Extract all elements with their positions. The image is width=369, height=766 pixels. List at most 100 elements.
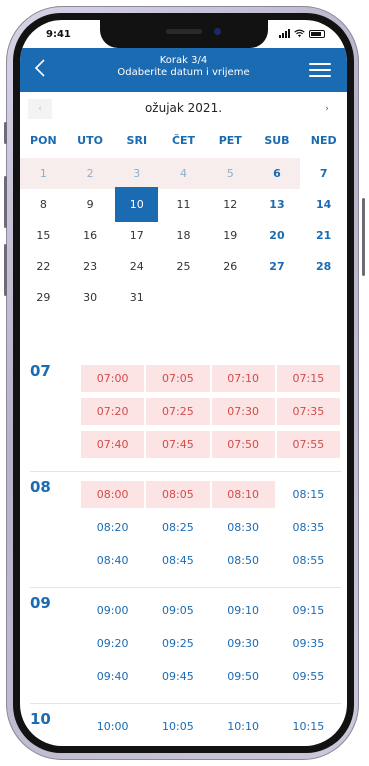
slot-row: 10:00 10:05 10:10 10:15 bbox=[80, 710, 341, 743]
month-label: ožujak 2021. bbox=[144, 101, 223, 115]
calendar-day[interactable]: 21 bbox=[300, 220, 347, 251]
time-slot-unavailable: 07:40 bbox=[81, 431, 145, 458]
time-slot-available[interactable]: 10:05 bbox=[146, 713, 209, 740]
calendar-day[interactable]: 30 bbox=[67, 282, 114, 313]
calendar-day[interactable]: 27 bbox=[254, 251, 301, 282]
time-slot-available[interactable]: 08:15 bbox=[277, 481, 340, 508]
menu-button[interactable] bbox=[309, 63, 331, 77]
signal-icon bbox=[279, 29, 290, 38]
calendar-day[interactable]: 26 bbox=[207, 251, 254, 282]
calendar-day bbox=[300, 282, 347, 313]
calendar-day[interactable]: 12 bbox=[207, 189, 254, 220]
time-slot-available[interactable]: 09:45 bbox=[146, 663, 209, 690]
calendar-week: 22 23 24 25 26 27 28 bbox=[20, 251, 347, 282]
time-slot-available[interactable]: 09:30 bbox=[212, 630, 275, 657]
hour-label: 10 bbox=[30, 710, 51, 728]
time-slot-available[interactable]: 09:40 bbox=[81, 663, 144, 690]
time-slot-available[interactable]: 08:20 bbox=[81, 514, 144, 541]
calendar-day bbox=[160, 282, 207, 313]
time-slot-unavailable: 07:10 bbox=[211, 365, 275, 392]
calendar-day[interactable]: 9 bbox=[67, 189, 114, 220]
calendar-grid: 1 2 3 4 5 6 7 8 9 10 11 12 13 14 15 16 17 18 19 20 21 22 23 24 2… bbox=[20, 158, 347, 313]
time-slot-unavailable: 08:05 bbox=[146, 481, 210, 508]
weekday-label: SRI bbox=[126, 134, 148, 147]
time-slot-available[interactable]: 09:00 bbox=[81, 597, 144, 624]
calendar-day[interactable]: 19 bbox=[207, 220, 254, 251]
time-slot-available[interactable]: 10:10 bbox=[212, 713, 275, 740]
slot-row: 08:20 08:25 08:30 08:35 bbox=[80, 511, 341, 544]
weekday-header: PON UTO SRI ČET PET SUB NED bbox=[20, 134, 347, 154]
time-slot-available[interactable]: 08:25 bbox=[146, 514, 209, 541]
time-slot-unavailable: 07:00 bbox=[81, 365, 145, 392]
time-slot-available[interactable]: 08:50 bbox=[212, 547, 275, 574]
calendar-day[interactable]: 8 bbox=[20, 189, 67, 220]
calendar-day[interactable]: 20 bbox=[254, 220, 301, 251]
header-step: Korak 3/4 bbox=[159, 55, 208, 66]
weekday-label: PET bbox=[218, 134, 242, 147]
time-slot-available[interactable]: 09:25 bbox=[146, 630, 209, 657]
time-slot-unavailable: 07:25 bbox=[146, 398, 210, 425]
time-slot-available[interactable]: 10:00 bbox=[81, 713, 144, 740]
calendar-day[interactable]: 23 bbox=[67, 251, 114, 282]
time-slot-unavailable: 08:10 bbox=[211, 481, 275, 508]
side-button-mute bbox=[4, 122, 7, 144]
calendar-day[interactable]: 31 bbox=[113, 282, 160, 313]
camera bbox=[214, 28, 221, 35]
calendar-day[interactable]: 24 bbox=[113, 251, 160, 282]
slot-row: 08:40 08:45 08:50 08:55 bbox=[80, 544, 341, 577]
calendar-day[interactable]: 13 bbox=[254, 189, 301, 220]
selected-day-highlight: 10 bbox=[115, 187, 159, 222]
calendar-week: 123456 7 bbox=[20, 158, 347, 189]
time-slot-available[interactable]: 09:05 bbox=[146, 597, 209, 624]
calendar-week: 29 30 31 bbox=[20, 282, 347, 313]
calendar-day[interactable]: 17 bbox=[113, 220, 160, 251]
calendar-day[interactable]: 10 bbox=[113, 187, 160, 222]
notch bbox=[100, 20, 268, 48]
calendar-week: 8 9 10 11 12 13 14 bbox=[20, 187, 347, 222]
calendar-day[interactable]: 15 bbox=[20, 220, 67, 251]
side-button-volume-up bbox=[4, 176, 7, 228]
time-slot-unavailable: 07:15 bbox=[276, 365, 340, 392]
speaker bbox=[166, 29, 202, 34]
time-slot-available[interactable]: 08:30 bbox=[212, 514, 275, 541]
calendar-day: 5 bbox=[206, 158, 254, 189]
calendar-day[interactable]: 29 bbox=[20, 282, 67, 313]
app-header: Korak 3/4 Odaberite datum i vrijeme bbox=[20, 48, 347, 92]
battery-icon bbox=[309, 30, 325, 38]
calendar-day[interactable]: 22 bbox=[20, 251, 67, 282]
slot-row: 07:40 07:45 07:50 07:55 bbox=[80, 428, 341, 461]
weekday-label: SUB bbox=[264, 134, 290, 147]
header-title: Korak 3/4 Odaberite datum i vrijeme bbox=[20, 55, 347, 79]
screen: 9:41 Korak 3/4 Odaberite datum i vrijeme bbox=[20, 20, 347, 746]
hour-label: 08 bbox=[30, 478, 51, 496]
calendar-day[interactable]: 28 bbox=[300, 251, 347, 282]
calendar-day: 4 bbox=[160, 158, 207, 189]
slot-row: 07:20 07:25 07:30 07:35 bbox=[80, 395, 341, 428]
time-slot-available[interactable]: 09:10 bbox=[212, 597, 275, 624]
status-icons bbox=[279, 29, 325, 38]
weekday-label: UTO bbox=[77, 134, 103, 147]
time-slot-available[interactable]: 09:55 bbox=[277, 663, 340, 690]
side-button-volume-down bbox=[4, 244, 7, 296]
calendar-day[interactable]: 14 bbox=[300, 189, 347, 220]
calendar-day[interactable]: 16 bbox=[67, 220, 114, 251]
next-month-button[interactable]: › bbox=[317, 99, 337, 119]
calendar-week: 15 16 17 18 19 20 21 bbox=[20, 220, 347, 251]
time-slot-available[interactable]: 09:20 bbox=[81, 630, 144, 657]
header-subtitle: Odaberite datum i vrijeme bbox=[117, 67, 250, 78]
time-slots: 07 07:00 07:05 07:10 07:15 07:20 07:25 07:30 07:… bbox=[20, 356, 347, 746]
weekday-label: NED bbox=[310, 134, 337, 147]
time-slot-available[interactable]: 08:45 bbox=[146, 547, 209, 574]
time-slot-available[interactable]: 08:40 bbox=[81, 547, 144, 574]
calendar-day[interactable]: 11 bbox=[160, 189, 207, 220]
calendar-day: 6 bbox=[253, 158, 301, 189]
hour-block-07: 07 07:00 07:05 07:10 07:15 07:20 07:25 07:30 07:… bbox=[30, 356, 341, 472]
time-slot-available[interactable]: 09:15 bbox=[277, 597, 340, 624]
calendar-day[interactable]: 25 bbox=[160, 251, 207, 282]
time-slot-available[interactable]: 08:55 bbox=[277, 547, 340, 574]
time-slot-available[interactable]: 09:50 bbox=[212, 663, 275, 690]
time-slot-available[interactable]: 10:15 bbox=[277, 713, 340, 740]
calendar-day[interactable]: 18 bbox=[160, 220, 207, 251]
time-slot-available[interactable]: 08:35 bbox=[277, 514, 340, 541]
time-slot-available[interactable]: 09:35 bbox=[277, 630, 340, 657]
